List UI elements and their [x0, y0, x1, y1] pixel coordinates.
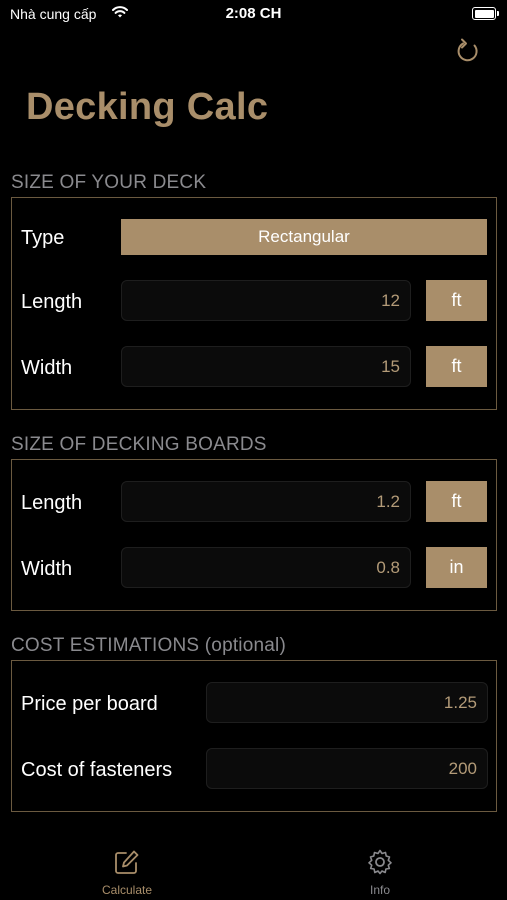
fasteners-cost-input[interactable]: 200: [206, 748, 488, 789]
deck-length-input[interactable]: 12: [121, 280, 411, 321]
board-width-input[interactable]: 0.8: [121, 547, 411, 588]
price-per-board-label: Price per board: [21, 693, 158, 715]
tab-calculate-label: Calculate: [101, 883, 153, 897]
status-bar: Nhà cung cấp 2:08 CH: [0, 0, 507, 30]
tab-info[interactable]: Info: [340, 848, 420, 897]
section-header-deck: SIZE OF YOUR DECK: [11, 172, 207, 193]
deck-width-unit-button[interactable]: ft: [426, 346, 487, 387]
clock: 2:08 CH: [225, 5, 282, 22]
board-length-label: Length: [21, 492, 83, 514]
board-width-unit-button[interactable]: in: [426, 547, 487, 588]
section-header-boards: SIZE OF DECKING BOARDS: [11, 434, 267, 455]
board-length-input[interactable]: 1.2: [121, 481, 411, 522]
pencil-square-icon: [115, 850, 139, 874]
board-width-label: Width: [21, 558, 73, 580]
deck-type-label: Type: [21, 227, 65, 249]
gear-icon: [368, 849, 392, 875]
price-per-board-input[interactable]: 1.25: [206, 682, 488, 723]
deck-width-input[interactable]: 15: [121, 346, 411, 387]
page-title: Decking Calc: [26, 86, 269, 128]
battery-icon: [472, 7, 499, 20]
tab-calculate[interactable]: Calculate: [87, 848, 167, 897]
tab-info-label: Info: [369, 883, 390, 897]
deck-length-label: Length: [21, 291, 83, 313]
deck-width-label: Width: [21, 357, 73, 379]
section-header-cost: COST ESTIMATIONS (optional): [11, 635, 286, 656]
board-length-unit-button[interactable]: ft: [426, 481, 487, 522]
fasteners-cost-label: Cost of fasteners: [21, 759, 173, 781]
deck-length-unit-button[interactable]: ft: [426, 280, 487, 321]
refresh-icon[interactable]: [452, 36, 484, 68]
deck-type-button[interactable]: Rectangular: [121, 219, 487, 255]
